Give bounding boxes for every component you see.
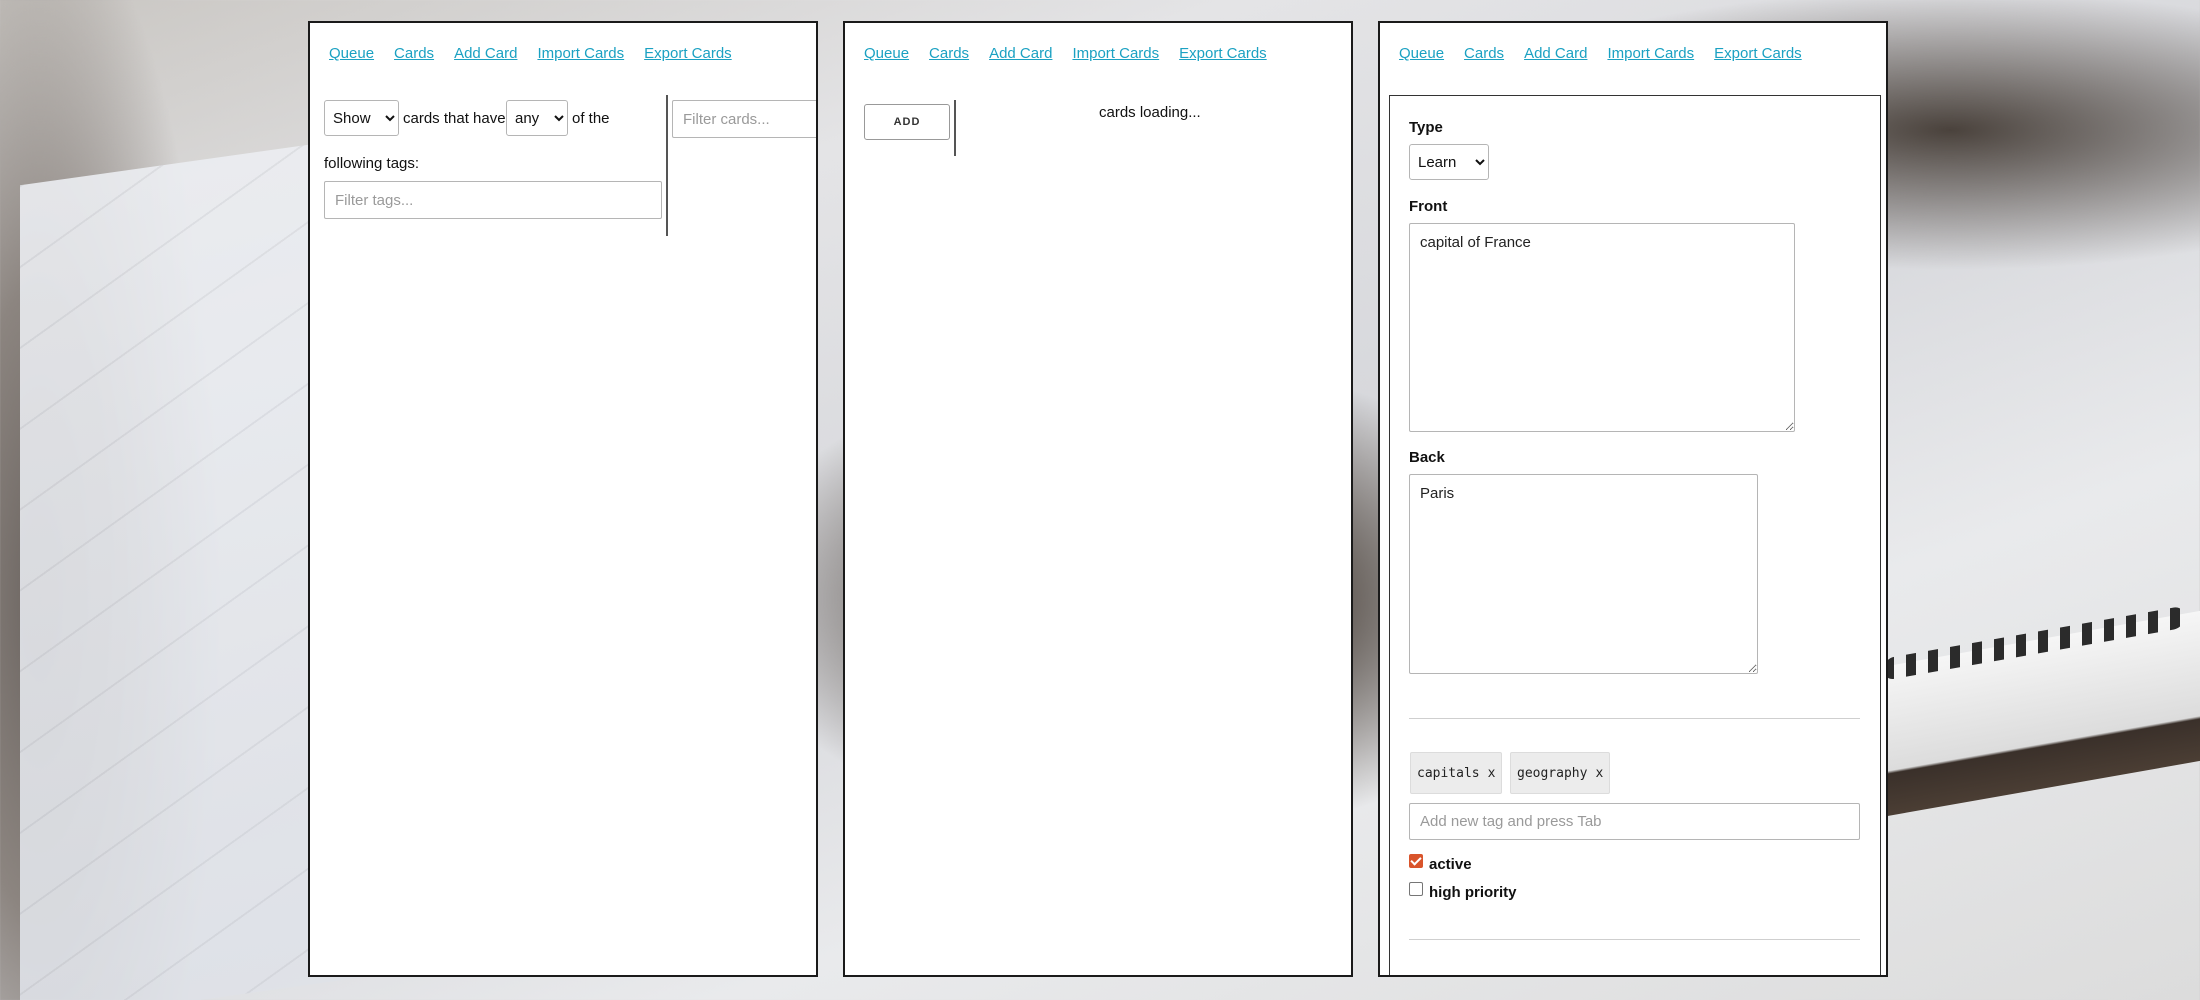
vertical-divider[interactable]	[666, 95, 668, 236]
nav-link-import-cards[interactable]: Import Cards	[1607, 45, 1694, 62]
section-divider	[1409, 718, 1860, 719]
high-priority-row: high priority	[1409, 881, 1517, 901]
vertical-divider[interactable]	[954, 100, 956, 156]
back-label: Back	[1409, 449, 1445, 466]
nav-link-cards[interactable]: Cards	[394, 45, 434, 62]
nav-bar: Queue Cards Add Card Import Cards Export…	[1399, 45, 1802, 62]
nav-link-cards[interactable]: Cards	[929, 45, 969, 62]
active-label: active	[1429, 856, 1472, 873]
nav-link-export-cards[interactable]: Export Cards	[1714, 45, 1802, 62]
section-divider	[1409, 939, 1860, 940]
nav-link-import-cards[interactable]: Import Cards	[537, 45, 624, 62]
show-hide-select[interactable]: Show	[324, 100, 399, 136]
nav-link-queue[interactable]: Queue	[329, 45, 374, 62]
tag-label: capitals	[1417, 765, 1480, 781]
card-form: Type Learn Front capital of France Back …	[1389, 95, 1881, 975]
new-tag-input[interactable]	[1409, 803, 1860, 840]
high-priority-label: high priority	[1429, 884, 1517, 901]
background-notebook	[1870, 610, 2200, 820]
nav-link-queue[interactable]: Queue	[864, 45, 909, 62]
nav-bar: Queue Cards Add Card Import Cards Export…	[864, 45, 1267, 62]
front-label: Front	[1409, 198, 1448, 215]
nav-link-queue[interactable]: Queue	[1399, 45, 1444, 62]
active-row: active	[1409, 853, 1472, 873]
add-card-window: Queue Cards Add Card Import Cards Export…	[1378, 21, 1888, 977]
high-priority-checkbox[interactable]	[1409, 882, 1423, 896]
match-mode-select[interactable]: any	[506, 100, 568, 136]
active-checkbox[interactable]	[1409, 854, 1423, 868]
type-label: Type	[1409, 119, 1443, 136]
cards-that-have-text: cards that have	[403, 110, 506, 127]
nav-link-add-card[interactable]: Add Card	[1524, 45, 1587, 62]
filter-tags-input[interactable]	[324, 181, 662, 219]
of-the-text: of the	[572, 110, 610, 127]
add-button[interactable]: ADD	[864, 104, 950, 140]
back-textarea[interactable]: Paris	[1409, 474, 1758, 674]
filter-cards-input[interactable]	[672, 100, 816, 138]
nav-link-cards[interactable]: Cards	[1464, 45, 1504, 62]
nav-link-add-card[interactable]: Add Card	[454, 45, 517, 62]
tag-remove-button[interactable]: x	[1595, 766, 1603, 781]
loading-text: cards loading...	[1099, 104, 1201, 121]
nav-link-export-cards[interactable]: Export Cards	[644, 45, 732, 62]
following-tags-text: following tags:	[324, 155, 420, 172]
type-select[interactable]: Learn	[1409, 144, 1489, 180]
card-list-window: Queue Cards Add Card Import Cards Export…	[308, 21, 818, 977]
tag-label: geography	[1517, 765, 1588, 781]
front-textarea[interactable]: capital of France	[1409, 223, 1795, 432]
nav-link-export-cards[interactable]: Export Cards	[1179, 45, 1267, 62]
nav-bar: Queue Cards Add Card Import Cards Export…	[329, 45, 732, 62]
tag-chip: capitals x	[1410, 752, 1503, 794]
nav-link-add-card[interactable]: Add Card	[989, 45, 1052, 62]
cards-loading-window: Queue Cards Add Card Import Cards Export…	[843, 21, 1353, 977]
nav-link-import-cards[interactable]: Import Cards	[1072, 45, 1159, 62]
tag-chip: geography x	[1510, 752, 1611, 794]
tag-remove-button[interactable]: x	[1488, 766, 1496, 781]
